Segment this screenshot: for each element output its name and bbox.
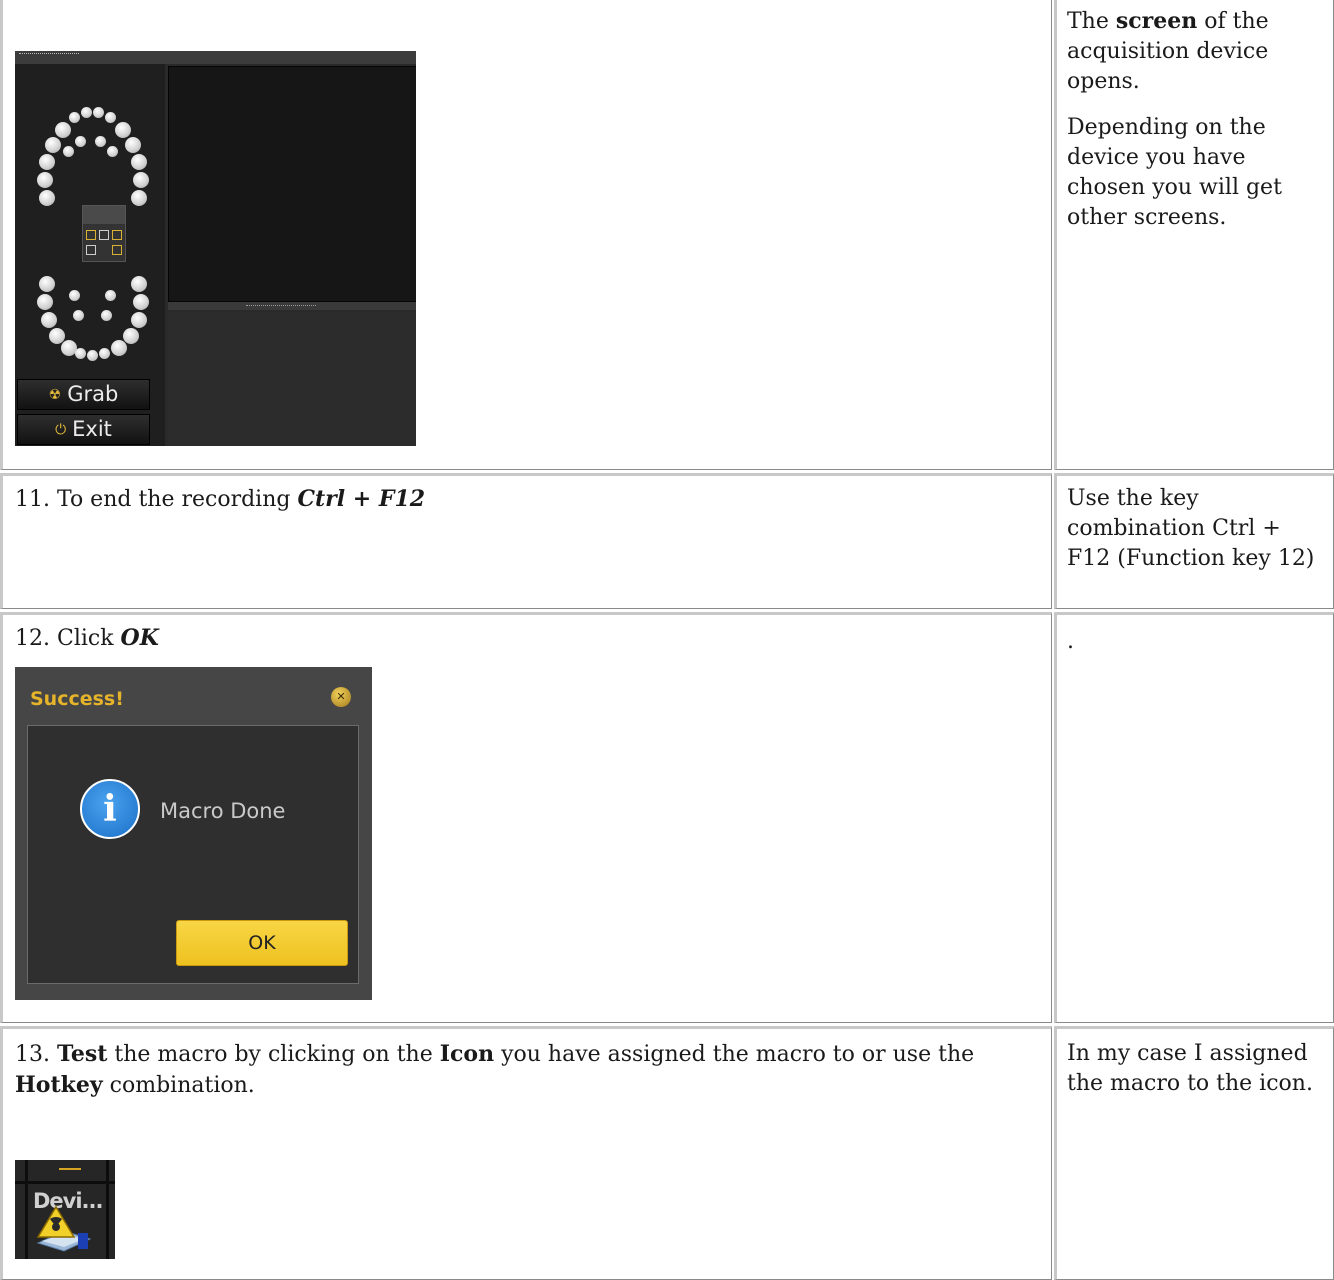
- tooth: [75, 348, 86, 359]
- tooth: [55, 122, 71, 138]
- ok-button[interactable]: OK: [176, 920, 348, 966]
- thumbnail-area: [168, 312, 416, 446]
- row-4-note: In my case I assigned the macro to the i…: [1067, 1041, 1313, 1096]
- tooth: [39, 276, 55, 292]
- tooth: [107, 146, 118, 157]
- tooth: [39, 190, 55, 206]
- tooth: [115, 122, 131, 138]
- success-dialog: Success! ✕ i Macro Done OK: [15, 667, 372, 1000]
- device-macro-tile[interactable]: Devi...: [15, 1160, 115, 1259]
- tooth: [105, 112, 116, 123]
- tooth: [87, 350, 98, 361]
- image-viewport[interactable]: [168, 66, 416, 302]
- tooth: [81, 107, 92, 118]
- tooth-chart-control-panel[interactable]: [82, 205, 126, 262]
- dialog-body: i Macro Done OK: [27, 725, 359, 984]
- tooth-chart-panel: ☢ Grab ⏻ Exit: [15, 64, 165, 446]
- tooth: [131, 154, 147, 170]
- viewport-scrollbar[interactable]: [168, 302, 416, 310]
- tooth: [131, 190, 147, 206]
- step-13-text: 13. Test the macro by clicking on the Ic…: [15, 1041, 975, 1098]
- tooth: [123, 328, 139, 344]
- exit-button[interactable]: ⏻ Exit: [17, 414, 150, 445]
- row-1-description-cell: The screen of the acquisition device ope…: [1054, 0, 1334, 470]
- grab-button[interactable]: ☢ Grab: [17, 379, 150, 410]
- screen-opens-text: The screen of the acquisition device ope…: [1067, 8, 1269, 94]
- close-icon[interactable]: ✕: [331, 687, 351, 707]
- power-icon: ⏻: [55, 422, 67, 438]
- tooth: [73, 310, 84, 321]
- acquisition-device-screen: ☢ Grab ⏻ Exit: [15, 51, 416, 446]
- tooth: [105, 290, 116, 301]
- step-11-text: 11. To end the recording Ctrl + F12: [15, 486, 426, 512]
- row-3-description-cell: .: [1054, 612, 1334, 1023]
- tooth: [125, 137, 141, 153]
- tooth: [131, 312, 147, 328]
- row-2-step-cell: 11. To end the recording Ctrl + F12: [0, 473, 1052, 609]
- tooth: [131, 276, 147, 292]
- key-combination-note: Use the key combination Ctrl + F12 (Func…: [1067, 486, 1315, 571]
- dialog-title: Success!: [30, 688, 124, 710]
- row-2-description-cell: Use the key combination Ctrl + F12 (Func…: [1054, 473, 1334, 609]
- row-4-step-cell: 13. Test the macro by clicking on the Ic…: [0, 1026, 1052, 1280]
- tooth: [45, 137, 61, 153]
- tooth: [37, 172, 53, 188]
- xray-device-icon: [36, 1205, 92, 1252]
- tooth: [69, 112, 80, 123]
- tooth: [63, 146, 74, 157]
- device-screens-note: Depending on the device you have chosen …: [1067, 115, 1282, 230]
- row-3-note: .: [1067, 629, 1074, 654]
- row-3-step-cell: 12. Click OK Success! ✕ i Macro Done OK: [0, 612, 1052, 1023]
- step-12-text: 12. Click OK: [15, 625, 159, 651]
- dialog-message: Macro Done: [160, 799, 286, 823]
- tooth: [41, 312, 57, 328]
- acquisition-title-bar: [15, 51, 416, 64]
- tooth: [75, 136, 86, 147]
- tooth: [95, 136, 106, 147]
- tooth: [99, 348, 110, 359]
- row-4-description-cell: In my case I assigned the macro to the i…: [1054, 1026, 1334, 1280]
- tooth: [133, 172, 149, 188]
- radiation-icon: ☢: [48, 387, 62, 403]
- info-icon: i: [80, 779, 140, 839]
- tooth: [39, 154, 55, 170]
- tooth: [101, 310, 112, 321]
- tooth: [133, 294, 149, 310]
- tooth: [37, 294, 53, 310]
- tooth: [111, 340, 127, 356]
- tooth: [93, 107, 104, 118]
- row-1-image-cell: ☢ Grab ⏻ Exit: [0, 0, 1052, 470]
- tooth: [69, 290, 80, 301]
